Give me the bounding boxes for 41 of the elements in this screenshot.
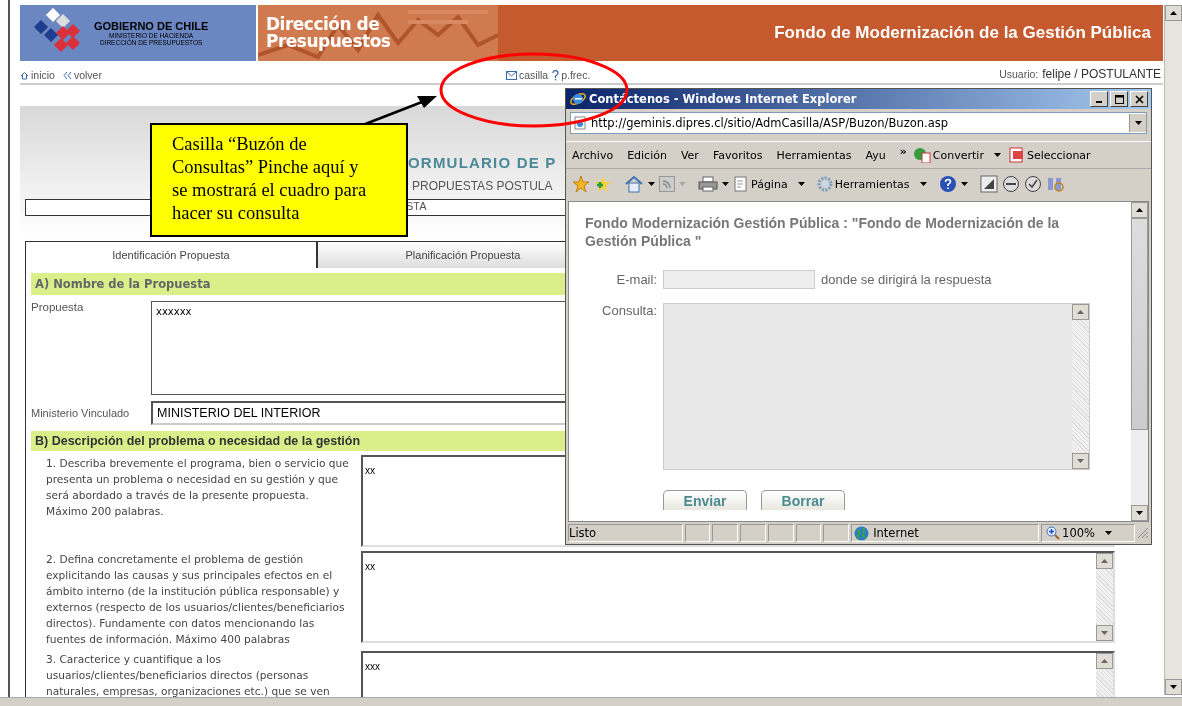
question-text: 1. Describa brevemente el programa, bien o servicio que presenta un problema o necesidad en su gestión y que será abordado a través de la presente propuesta. Máximo 200 palabras. bbox=[45, 456, 350, 519]
field-label: Consulta: bbox=[601, 303, 657, 318]
security-zone: Internet bbox=[851, 524, 1040, 542]
menu-item[interactable]: Edición bbox=[627, 148, 667, 162]
text-area[interactable]: xxx bbox=[361, 651, 1115, 697]
tab[interactable]: Identificación Propuesta bbox=[25, 241, 317, 268]
toolbar-button[interactable]: Herramientas bbox=[816, 176, 927, 192]
text-area[interactable]: xx bbox=[361, 551, 1115, 643]
zoom-control[interactable]: 100% bbox=[1041, 524, 1136, 542]
field-label: Propuesta bbox=[31, 301, 85, 315]
form-title: ORMULARIO DE P bbox=[408, 154, 557, 171]
callout-tooltip: Casilla “Buzón de Consultas” Pinche aquí y se mostrará el cuadro para hacer su consulta bbox=[150, 123, 408, 237]
user-label: Usuario: bbox=[999, 68, 1039, 80]
nav-link[interactable]: casilla bbox=[506, 69, 549, 81]
toolbar-button[interactable]: Seleccionar bbox=[1008, 147, 1091, 163]
address-field[interactable]: http://geminis.dipres.cl/sitio/AdmCasilla/ASP/Buzon/Buzon.asp bbox=[570, 112, 1147, 134]
form-button[interactable]: Borrar bbox=[761, 490, 845, 510]
menu-item[interactable]: Archivo bbox=[572, 148, 614, 162]
nav-link[interactable]: p.frec. bbox=[552, 69, 591, 81]
more-button[interactable]: » bbox=[899, 144, 907, 158]
menu-item[interactable]: Ayu bbox=[865, 148, 886, 162]
toolbar-button[interactable]: Convertir bbox=[912, 147, 1001, 163]
field-hint: donde se dirigirá la respuesta bbox=[821, 272, 992, 287]
nav-link[interactable]: volver bbox=[62, 69, 102, 81]
field-label: Ministerio Vinculado bbox=[31, 407, 131, 419]
menu-item[interactable]: Herramientas bbox=[776, 148, 852, 162]
toolbar-button[interactable]: Página bbox=[733, 176, 805, 192]
status-text: Listo bbox=[568, 524, 683, 542]
user-name: felipe / POSTULANTE bbox=[1042, 67, 1161, 81]
menu-item[interactable]: Ver bbox=[680, 148, 699, 162]
nav-link[interactable]: inicio bbox=[20, 69, 55, 81]
banner-title: Presupuestos bbox=[266, 33, 391, 50]
site-title: Fondo de Modernización de la Gestión Pública bbox=[774, 23, 1151, 43]
form-button[interactable]: Enviar bbox=[663, 490, 747, 510]
question-text: 3. Caracterice y cuantifique a los usuarios/clientes/beneficiarios directos (personas naturales, empresas, organizaciones etc.) que se ven bbox=[45, 652, 331, 697]
form-subtitle: PROPUESTAS POSTULA bbox=[412, 179, 553, 193]
question-text: 2. Defina concretamente el problema de gestión explicitando las causas y sus principales efectos en el ámbito interno (de la institución pública responsable) y externos (respecto de los usuarios/clientes/beneficiarios directos). Fundamente con datos mencionando las fuentes de información. Máximo 400 palabras bbox=[45, 552, 346, 647]
menu-item[interactable]: Favoritos bbox=[712, 148, 763, 162]
field-label: E-mail: bbox=[615, 272, 657, 287]
organization-name: GOBIERNO DE CHILE bbox=[94, 20, 209, 32]
banner-title: Dirección de bbox=[266, 16, 381, 33]
